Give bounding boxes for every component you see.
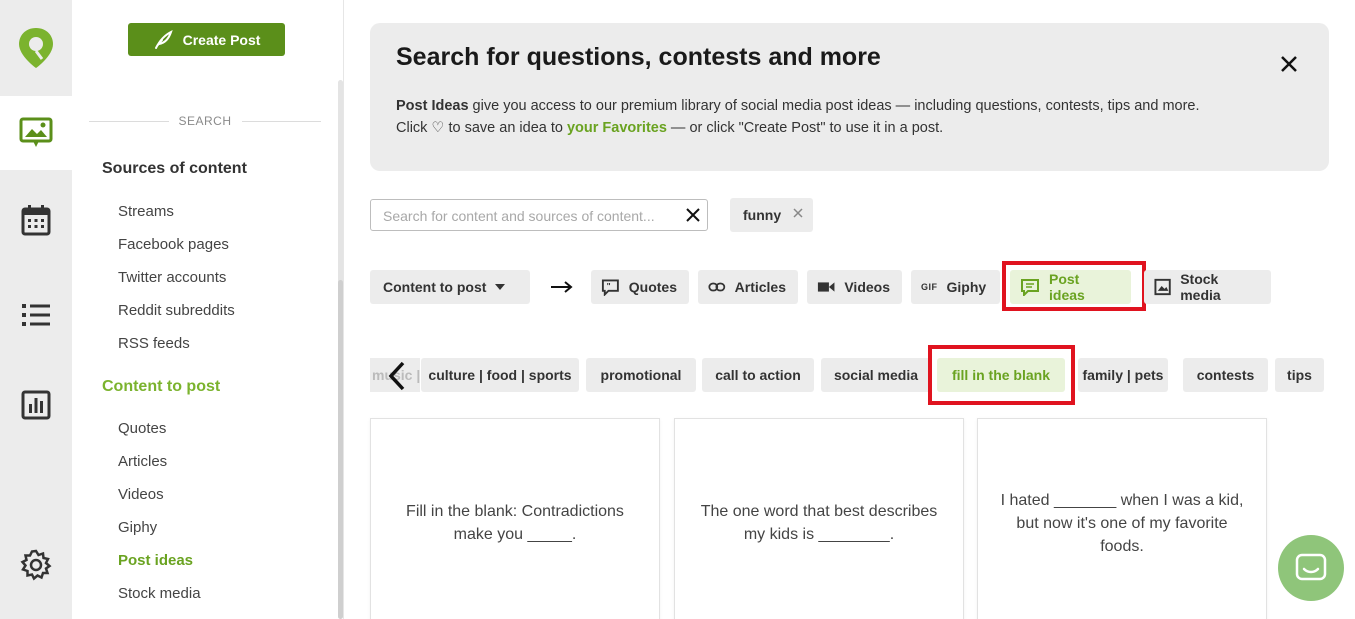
category-contests[interactable]: contests — [1183, 358, 1268, 392]
chat-icon — [1295, 553, 1327, 581]
type-quotes-button[interactable]: " Quotes — [591, 270, 689, 304]
calendar-icon[interactable] — [0, 170, 72, 270]
sidebar-item-articles[interactable]: Articles — [118, 453, 167, 470]
category-call-to-action[interactable]: call to action — [702, 358, 814, 392]
sidebar-scrollbar-thumb[interactable] — [338, 280, 343, 619]
post-idea-card[interactable]: I hated _______ when I was a kid, but no… — [977, 418, 1267, 619]
post-idea-text: I hated _______ when I was a kid, but no… — [1000, 491, 1244, 555]
sidebar-item-giphy[interactable]: Giphy — [118, 519, 157, 536]
content-to-post-title: Content to post — [102, 378, 221, 395]
info-banner: Search for questions, contests and more … — [370, 23, 1329, 171]
type-videos-button[interactable]: Videos — [807, 270, 902, 304]
category-culture-food-sports[interactable]: culture | food | sports — [421, 358, 579, 392]
sidebar-item-facebook-pages[interactable]: Facebook pages — [118, 236, 229, 253]
type-stock-media-label: Stock media — [1180, 271, 1221, 303]
banner-description: Post Ideas give you access to our premiu… — [396, 95, 1306, 139]
sidebar-item-quotes[interactable]: Quotes — [118, 420, 166, 437]
search-tag[interactable]: funny — [730, 198, 813, 232]
arrow-right-icon — [551, 281, 573, 293]
quote-icon: " — [601, 279, 619, 296]
type-articles-button[interactable]: Articles — [698, 270, 798, 304]
type-videos-label: Videos — [844, 279, 890, 295]
type-stock-media-button[interactable]: Stock media — [1144, 270, 1271, 304]
favorites-link[interactable]: your Favorites — [567, 120, 667, 136]
fill-in-the-blank-highlight — [928, 345, 1075, 405]
close-icon[interactable] — [1278, 53, 1300, 75]
post-idea-card[interactable]: The one word that best describes my kids… — [674, 418, 964, 619]
settings-gear-icon[interactable] — [0, 530, 72, 600]
create-post-button[interactable]: Create Post — [128, 23, 285, 56]
dropdown-label: Content to post — [383, 279, 487, 295]
video-camera-icon — [817, 282, 835, 292]
search-divider: SEARCH — [89, 114, 322, 128]
icon-rail — [0, 0, 72, 619]
list-icon[interactable] — [0, 270, 72, 360]
sidebar-item-stock-media[interactable]: Stock media — [118, 585, 201, 602]
feather-icon — [154, 29, 173, 49]
gif-icon: GIF — [921, 282, 938, 292]
banner-line1: give you access to our premium library o… — [468, 98, 1200, 114]
type-articles-label: Articles — [734, 279, 786, 295]
sidebar-item-post-ideas[interactable]: Post ideas — [118, 552, 193, 569]
search-box — [370, 199, 708, 231]
create-post-label: Create Post — [182, 31, 261, 48]
type-quotes-label: Quotes — [628, 279, 677, 295]
sources-title: Sources of content — [102, 160, 247, 177]
post-idea-text: Fill in the blank: Contradictions make y… — [406, 503, 624, 543]
sidebar-scrollbar[interactable] — [338, 80, 343, 619]
type-giphy-button[interactable]: GIF Giphy — [911, 270, 1000, 304]
content-nav-icon[interactable] — [0, 96, 72, 170]
content-type-dropdown[interactable]: Content to post — [370, 270, 530, 304]
chevron-left-icon[interactable] — [386, 360, 408, 392]
main-content: Search for questions, contests and more … — [344, 0, 1355, 619]
post-ideas-highlight — [1002, 261, 1146, 311]
banner-line2-b: — or click "Create Post" to use it in a … — [666, 120, 944, 136]
category-social-media[interactable]: social media — [821, 358, 931, 392]
logo-icon[interactable] — [0, 0, 72, 96]
type-giphy-label: Giphy — [946, 279, 987, 295]
image-icon — [1154, 278, 1171, 296]
caret-down-icon — [495, 284, 506, 290]
banner-title: Search for questions, contests and more — [396, 43, 881, 71]
banner-post-ideas-strong: Post Ideas — [396, 98, 469, 114]
chat-launcher-button[interactable] — [1278, 535, 1344, 601]
search-tag-label: funny — [743, 207, 782, 223]
search-input[interactable] — [383, 206, 675, 226]
category-promotional[interactable]: promotional — [586, 358, 696, 392]
sidebar-item-rss-feeds[interactable]: RSS feeds — [118, 335, 190, 352]
sidebar-item-streams[interactable]: Streams — [118, 203, 174, 220]
sidebar: Create Post SEARCH Sources of content St… — [72, 0, 344, 619]
post-idea-text: The one word that best describes my kids… — [700, 503, 938, 543]
sidebar-item-videos[interactable]: Videos — [118, 486, 164, 503]
sidebar-item-reddit-subreddits[interactable]: Reddit subreddits — [118, 302, 235, 319]
remove-tag-icon[interactable] — [792, 207, 804, 219]
svg-text:": " — [607, 281, 611, 291]
category-family-pets[interactable]: family | pets — [1078, 358, 1168, 392]
analytics-icon[interactable] — [0, 360, 72, 450]
post-idea-card[interactable]: Fill in the blank: Contradictions make y… — [370, 418, 660, 619]
banner-line2-a: Click ♡ to save an idea to — [396, 120, 567, 136]
search-divider-label: SEARCH — [178, 114, 232, 128]
sidebar-item-twitter-accounts[interactable]: Twitter accounts — [118, 269, 226, 286]
link-icon — [708, 282, 726, 292]
category-tips[interactable]: tips — [1275, 358, 1324, 392]
clear-search-icon[interactable] — [685, 207, 701, 223]
